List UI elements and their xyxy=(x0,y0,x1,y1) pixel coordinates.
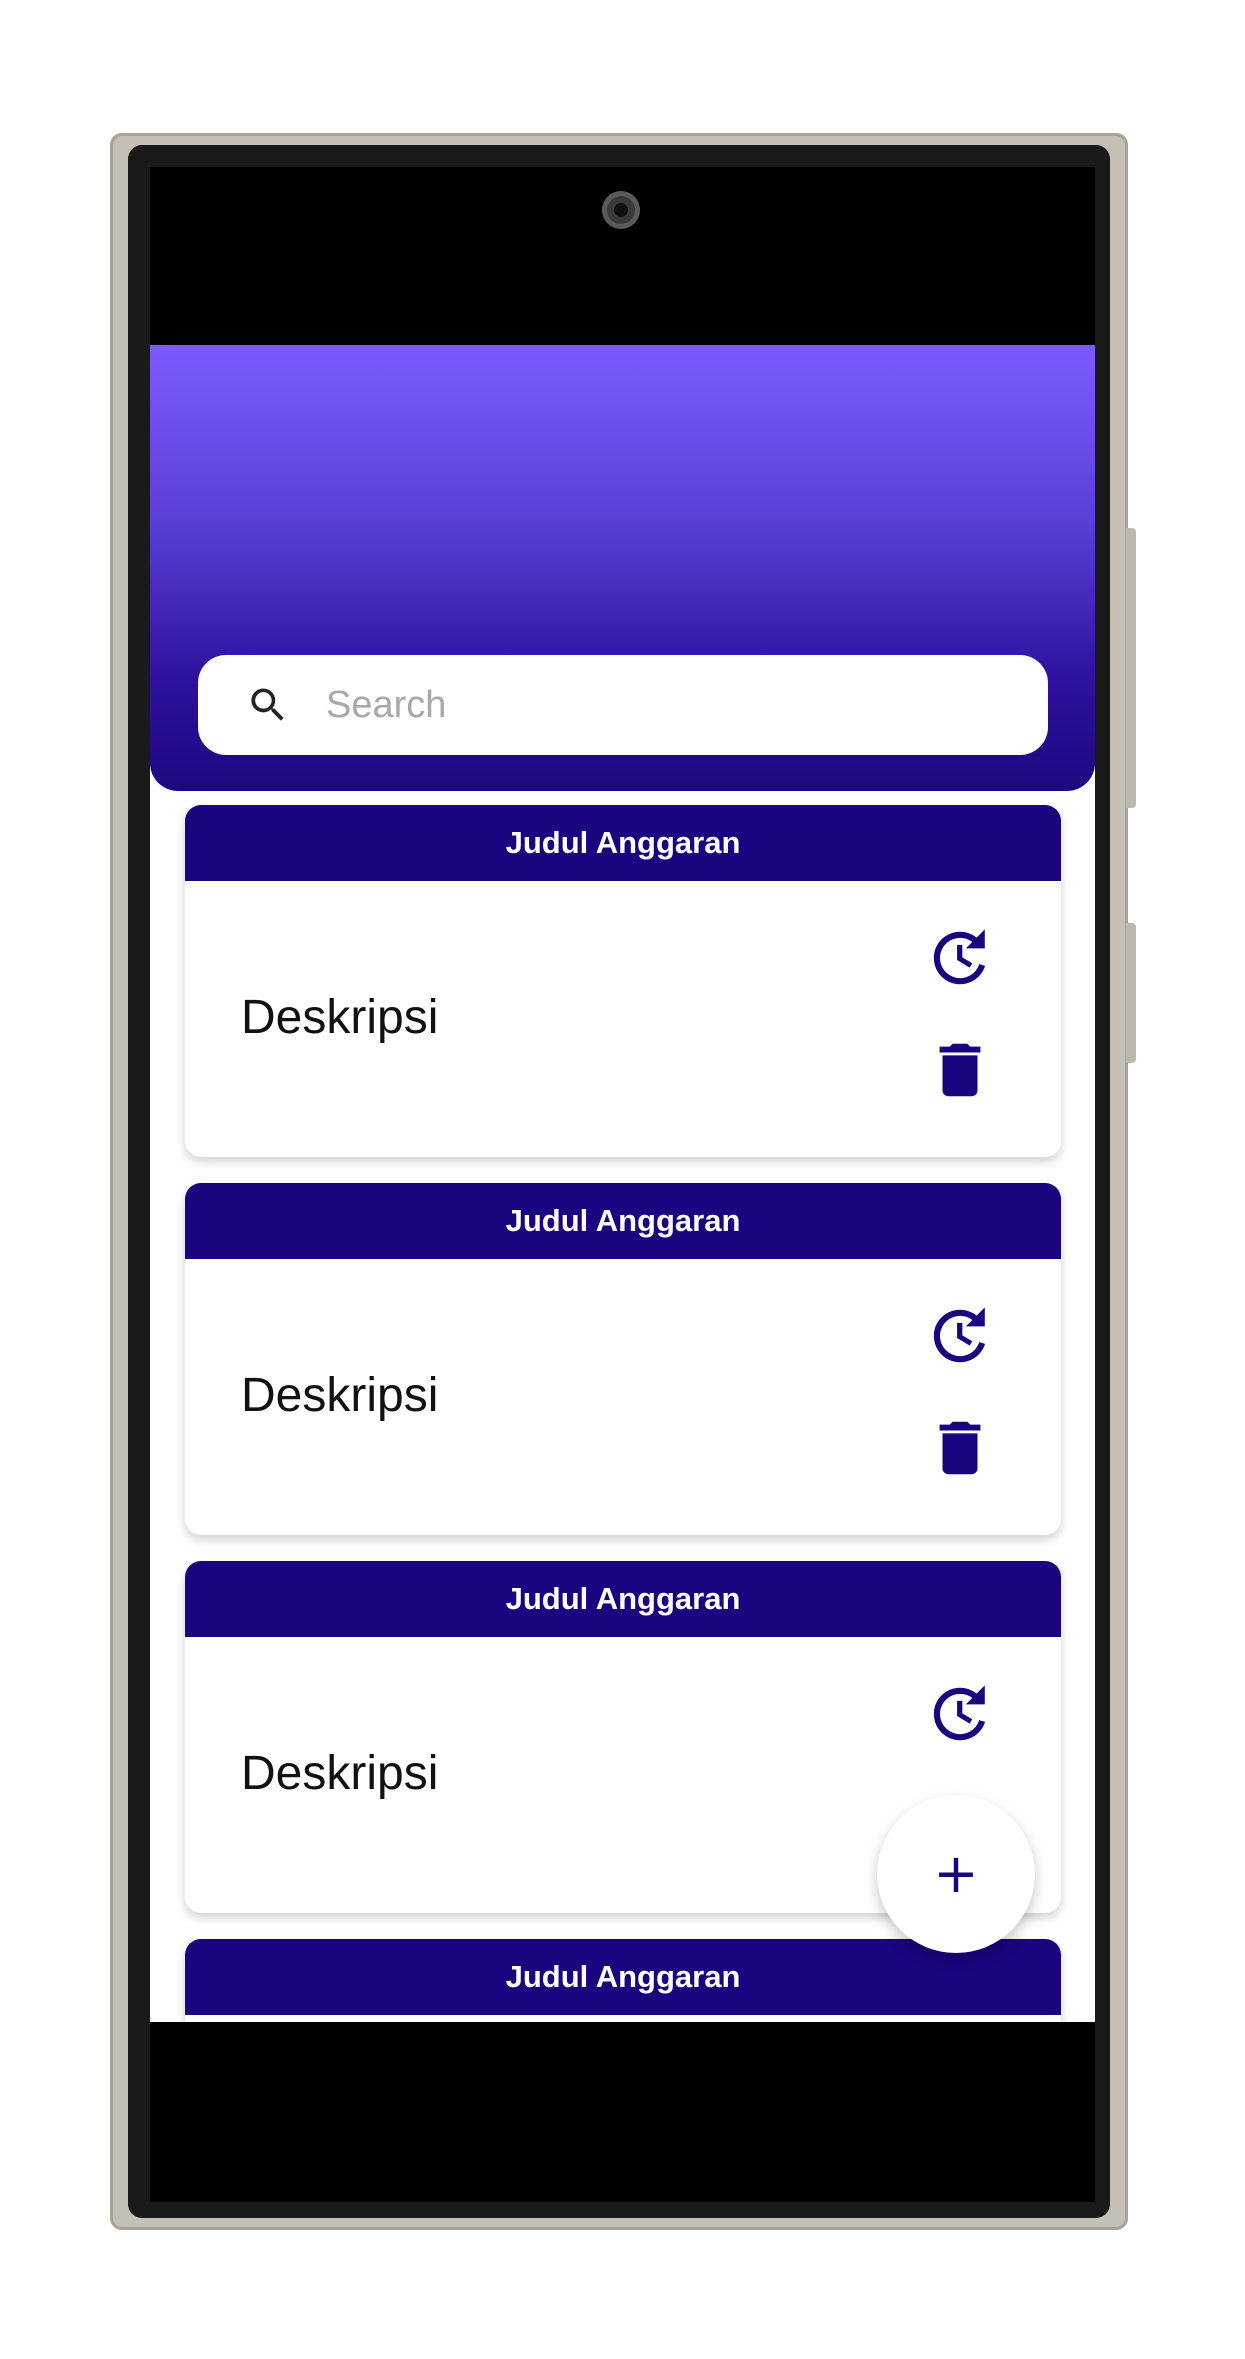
plus-icon: + xyxy=(933,1842,979,1905)
budget-card[interactable]: Judul Anggaran Deskripsi xyxy=(185,1183,1061,1535)
search-icon xyxy=(251,688,284,721)
card-description: Deskripsi xyxy=(241,991,439,1044)
budget-card[interactable]: Judul Anggaran Deskripsi xyxy=(185,805,1061,1157)
card-header: Judul Anggaran xyxy=(185,805,1061,881)
search-input[interactable] xyxy=(324,682,1028,728)
power-button xyxy=(1126,923,1136,1063)
device-screen: Judul Anggaran Deskripsi Judul Anggaran … xyxy=(150,167,1095,2202)
card-description: Deskripsi xyxy=(241,1369,439,1422)
card-header: Judul Anggaran xyxy=(185,1939,1061,2015)
history-icon[interactable] xyxy=(925,923,995,993)
front-camera xyxy=(602,191,640,229)
card-header: Judul Anggaran xyxy=(185,1183,1061,1259)
card-header: Judul Anggaran xyxy=(185,1561,1061,1637)
history-icon[interactable] xyxy=(925,1301,995,1371)
card-title: Judul Anggaran xyxy=(505,1581,741,1616)
app-content[interactable]: Judul Anggaran Deskripsi Judul Anggaran … xyxy=(150,345,1095,2022)
trash-icon[interactable] xyxy=(925,1035,995,1105)
volume-button xyxy=(1126,528,1136,808)
history-icon[interactable] xyxy=(925,1679,995,1749)
card-title: Judul Anggaran xyxy=(505,1203,741,1238)
add-button[interactable]: + xyxy=(877,1795,1035,1953)
trash-icon[interactable] xyxy=(925,1413,995,1483)
card-description: Deskripsi xyxy=(241,1747,439,1800)
card-title: Judul Anggaran xyxy=(505,825,741,860)
budget-card[interactable]: Judul Anggaran xyxy=(185,1939,1061,2022)
app-header xyxy=(150,345,1095,791)
search-bar[interactable] xyxy=(198,655,1048,755)
card-title: Judul Anggaran xyxy=(505,1959,741,1994)
